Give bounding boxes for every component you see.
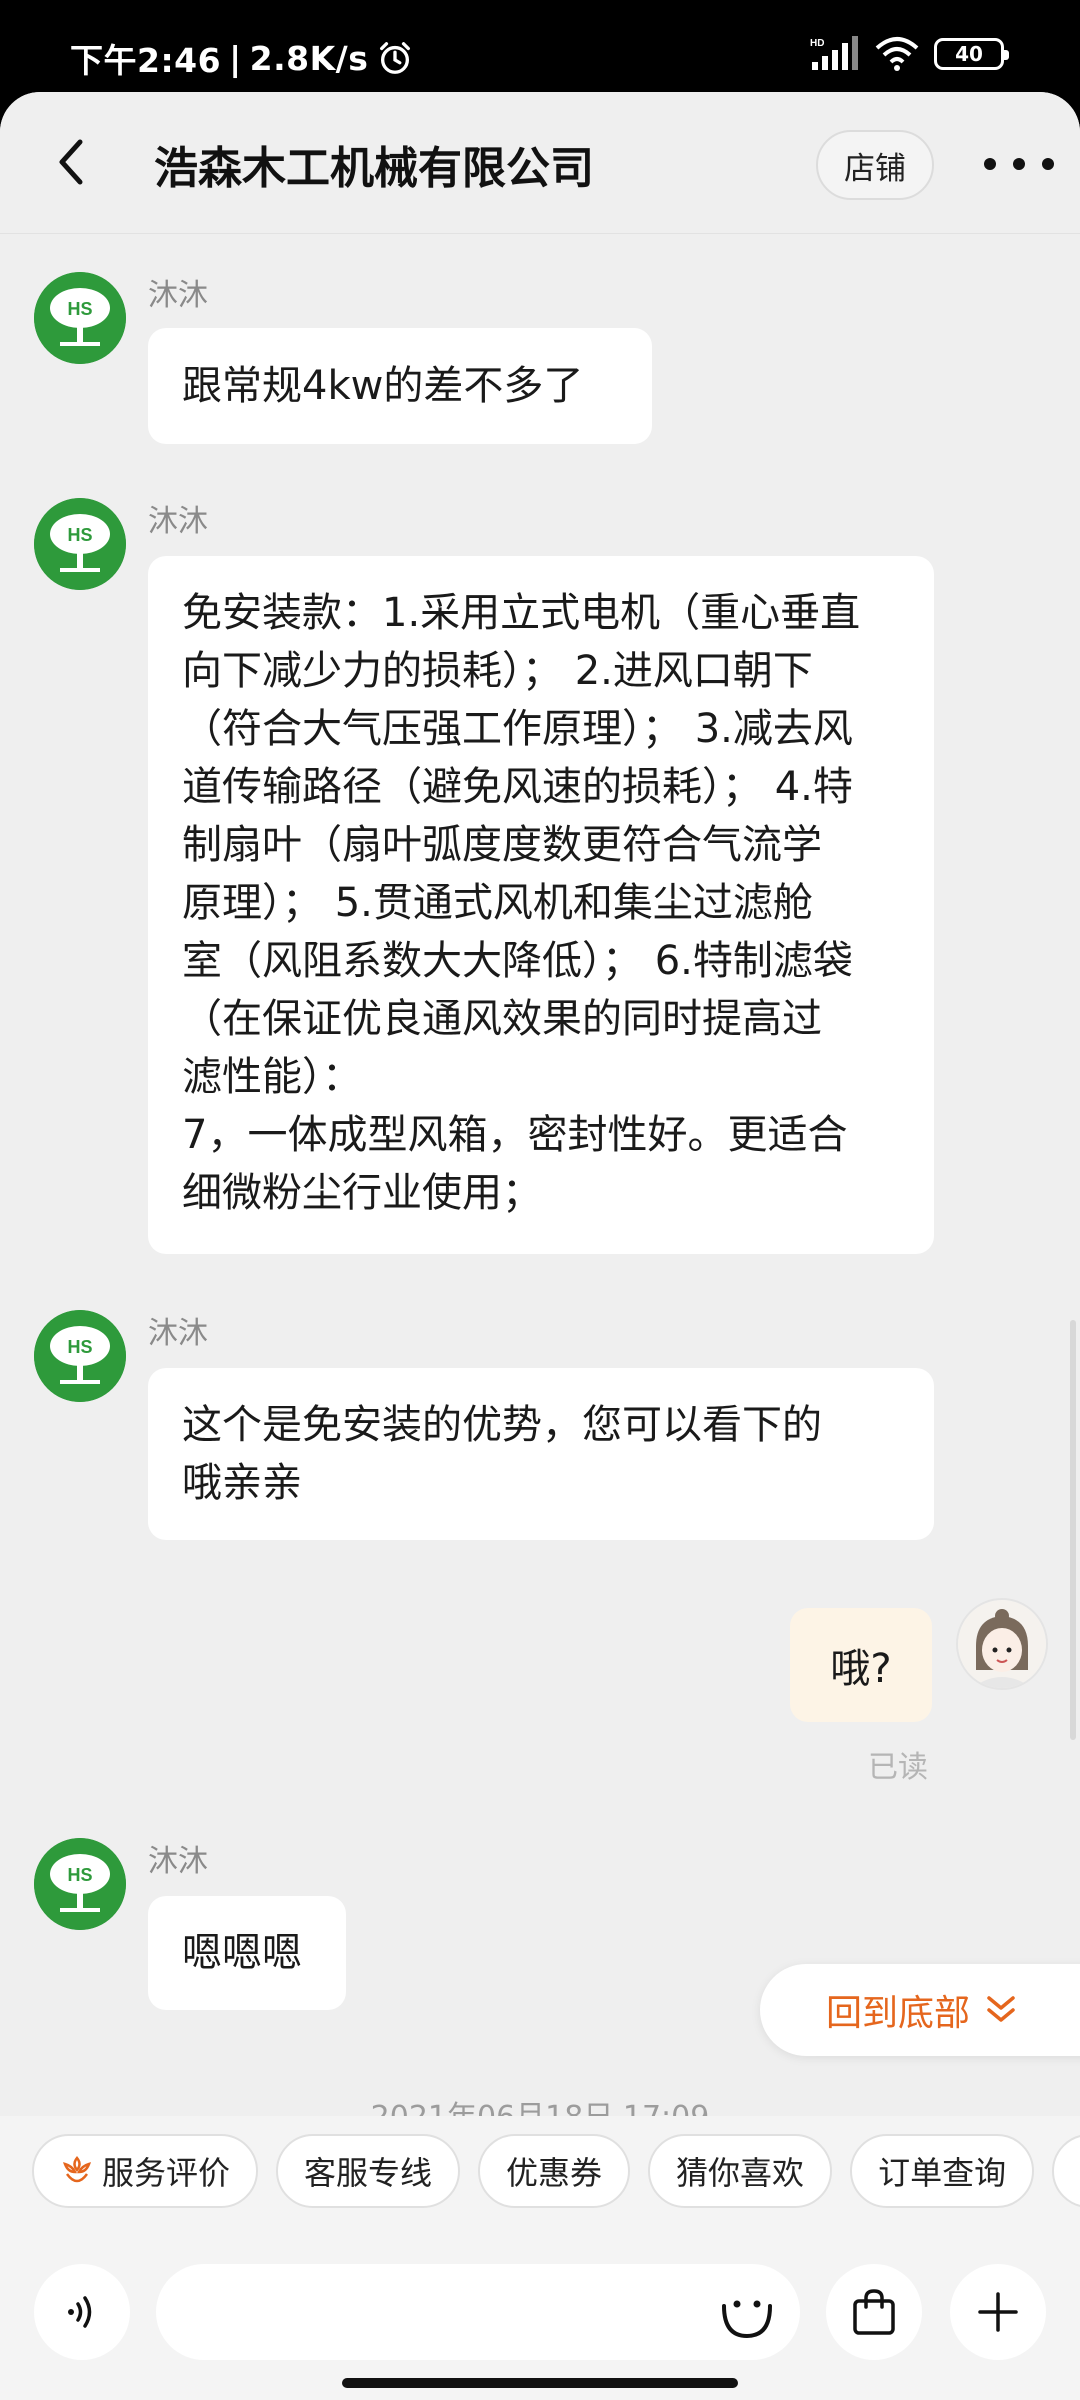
sender-name: 沐沐 [148, 1316, 208, 1351]
dot-icon [1042, 158, 1054, 170]
message-bubble[interactable]: 跟常规4kw的差不多了 [148, 328, 652, 444]
status-time: 下午2:46 [70, 41, 222, 80]
quick-action-label: 猜你喜欢 [676, 2154, 805, 2192]
read-status: 已读 [868, 1750, 928, 1785]
flower-icon [62, 2156, 92, 2183]
sender-name: 沐沐 [148, 504, 208, 539]
network-speed: 2.8K/s [249, 38, 369, 78]
shop-avatar[interactable]: HS [34, 272, 126, 364]
voice-icon [68, 2296, 92, 2328]
message-input[interactable] [156, 2264, 800, 2360]
quick-action-label: 优惠券 [506, 2154, 603, 2192]
smiley-icon [722, 2300, 772, 2339]
home-indicator[interactable] [342, 2378, 738, 2388]
shopping-bag-button[interactable] [826, 2264, 922, 2360]
battery-indicator: 40 [934, 38, 1009, 70]
back-to-bottom-button[interactable]: 回到底部 [760, 1964, 1080, 2056]
svg-text:HS: HS [67, 299, 92, 319]
self-message-bubble[interactable]: 哦? [790, 1608, 932, 1722]
more-options-button[interactable] [984, 144, 1054, 184]
alarm-icon [380, 42, 411, 74]
message-text: 这个是免安装的优势，您可以看下的 哦亲亲 [182, 1402, 822, 1506]
voice-input-button[interactable] [34, 2264, 130, 2360]
cellular-signal-icon: HD [810, 36, 858, 70]
quick-action-shop[interactable]: 店 [1052, 2134, 1080, 2208]
quick-action-label: 订单查询 [878, 2154, 1007, 2192]
svg-text:HS: HS [67, 1337, 92, 1357]
tree-logo-icon: HS [34, 272, 126, 364]
tree-logo-icon: HS [34, 1838, 126, 1930]
back-button[interactable] [46, 132, 96, 192]
message-bubble[interactable]: 这个是免安装的优势，您可以看下的 哦亲亲 [148, 1368, 934, 1540]
quick-action-recommendations[interactable]: 猜你喜欢 [648, 2134, 833, 2208]
shop-avatar[interactable]: HS [34, 1838, 126, 1930]
tree-logo-icon: HS [34, 1310, 126, 1402]
page-title: 浩森木工机械有限公司 [154, 143, 594, 194]
shop-button[interactable]: 店铺 [816, 130, 934, 200]
emoji-button[interactable] [718, 2284, 776, 2342]
message-bubble[interactable]: 免安装款：1.采用立式电机（重心垂直 向下减少力的损耗）； 2.进风口朝下 （符… [148, 556, 934, 1254]
message-text: 哦? [830, 1646, 892, 1692]
chat-screen: 浩森木工机械有限公司 店铺 HS 沐沐 跟常规4kw的差不多了 HS 沐沐 免安… [0, 92, 1080, 2400]
shop-avatar[interactable]: HS [34, 498, 126, 590]
user-avatar[interactable] [956, 1598, 1048, 1690]
more-actions-button[interactable] [950, 2264, 1046, 2360]
status-right: HD 40 [810, 36, 1009, 72]
quick-action-order-query[interactable]: 订单查询 [850, 2134, 1035, 2208]
dot-icon [1013, 158, 1025, 170]
svg-text:HS: HS [67, 1865, 92, 1885]
user-avatar-icon [958, 1600, 1046, 1688]
chat-header: 浩森木工机械有限公司 店铺 [0, 92, 1080, 234]
shopping-bag-icon [853, 2289, 895, 2335]
message-bubble[interactable]: 嗯嗯嗯 [148, 1896, 346, 2010]
quick-action-label: 客服专线 [304, 2154, 433, 2192]
svg-text:HS: HS [67, 525, 92, 545]
dot-icon [984, 158, 996, 170]
chevron-left-icon [59, 139, 83, 185]
message-text: 免安装款：1.采用立式电机（重心垂直 向下减少力的损耗）； 2.进风口朝下 （符… [182, 590, 861, 1216]
sender-name: 沐沐 [148, 278, 208, 313]
message-input-bar [0, 2226, 1080, 2400]
tree-logo-icon: HS [34, 498, 126, 590]
signal-hd-label: HD [810, 38, 824, 49]
plus-icon [978, 2292, 1018, 2332]
sender-name: 沐沐 [148, 1844, 208, 1879]
quick-action-service-rating[interactable]: 服务评价 [32, 2134, 259, 2208]
message-text: 嗯嗯嗯 [182, 1930, 302, 1976]
status-bar: 下午2:46 | 2.8K/s HD 40 [0, 0, 1080, 92]
message-text: 跟常规4kw的差不多了 [182, 363, 584, 409]
shop-avatar[interactable]: HS [34, 1310, 126, 1402]
battery-level: 40 [955, 42, 983, 66]
quick-action-bar: 服务评价 客服专线 优惠券 猜你喜欢 订单查询 店 [0, 2116, 1080, 2226]
status-left: 下午2:46 | 2.8K/s [70, 34, 414, 82]
double-chevron-down-icon [987, 1996, 1015, 2022]
quick-action-customer-hotline[interactable]: 客服专线 [276, 2134, 461, 2208]
wifi-icon [875, 37, 919, 71]
quick-action-coupons[interactable]: 优惠券 [478, 2134, 631, 2208]
scrollbar[interactable] [1070, 1320, 1076, 1740]
status-separator: | [229, 38, 242, 78]
back-to-bottom-label: 回到底部 [826, 1993, 971, 2034]
quick-action-label: 服务评价 [102, 2154, 231, 2192]
